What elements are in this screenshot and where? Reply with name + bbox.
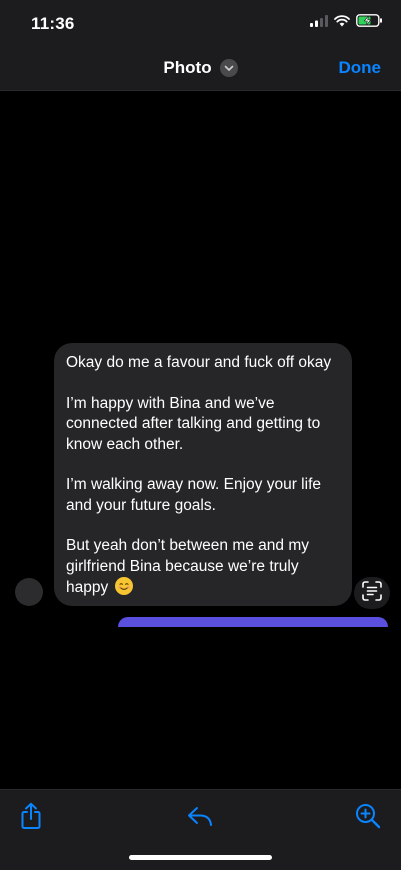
next-message-bubble: [118, 617, 388, 627]
message-paragraph: Okay do me a favour and fuck off okay: [66, 354, 332, 371]
reply-icon: [186, 804, 214, 833]
message-paragraph: I’m walking away now. Enjoy your life an…: [66, 476, 322, 514]
smiling-face-emoji: [114, 577, 133, 595]
message-paragraph: I’m happy with Bina and we’ve connected …: [66, 394, 321, 453]
share-icon: [19, 802, 43, 835]
page-title: Photo: [163, 58, 212, 77]
status-bar: 11:36: [0, 0, 401, 46]
message-paragraph-text: But yeah don’t between me and my girlfri…: [66, 537, 309, 596]
wifi-icon: [334, 14, 350, 32]
live-text-button[interactable]: [354, 577, 390, 609]
status-time: 11:36: [31, 14, 75, 33]
avatar: [15, 578, 43, 606]
message-paragraph-last: But yeah don’t between me and my girlfri…: [66, 536, 340, 599]
battery-charging-icon: [356, 14, 383, 32]
home-indicator[interactable]: [129, 855, 272, 860]
message-bubble: Okay do me a favour and fuck off okay I’…: [54, 343, 352, 606]
done-button[interactable]: Done: [339, 58, 382, 78]
share-button[interactable]: [17, 802, 45, 835]
reply-button[interactable]: [186, 804, 214, 832]
live-text-icon: [361, 580, 383, 607]
status-icons: [310, 14, 383, 32]
nav-bar: Photo Done: [0, 46, 401, 91]
zoom-in-button[interactable]: [354, 802, 382, 835]
chevron-down-icon[interactable]: [219, 59, 238, 77]
cellular-signal-icon: [310, 14, 328, 32]
zoom-in-icon: [354, 802, 382, 835]
